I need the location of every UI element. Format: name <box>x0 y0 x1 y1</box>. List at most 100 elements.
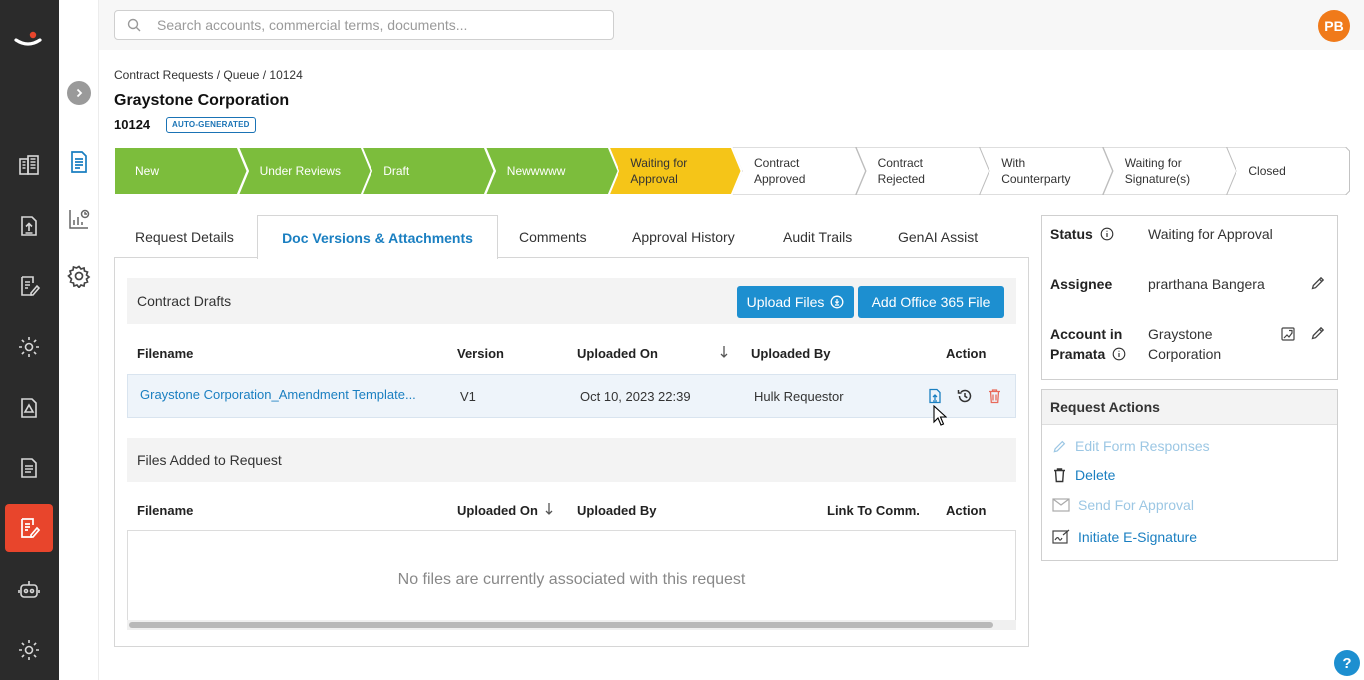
contract-edit-icon[interactable] <box>15 272 43 300</box>
settings-gear-icon[interactable] <box>15 333 43 361</box>
draft-filename-link[interactable]: Graystone Corporation_Amendment Template… <box>140 387 416 402</box>
files-added-title: Files Added to Request <box>137 452 282 468</box>
stage-draft[interactable]: Draft <box>361 147 495 195</box>
stage-waiting-for-signature-s[interactable]: Waiting for Signature(s) <box>1102 147 1237 195</box>
files-col-filename[interactable]: Filename <box>137 503 193 518</box>
tab-genai-assist[interactable]: GenAI Assist <box>898 215 978 258</box>
tab-doc-versions-attachments[interactable]: Doc Versions & Attachments <box>257 215 498 259</box>
account-label: Account in Pramata <box>1050 324 1126 364</box>
stage-new[interactable]: New <box>114 147 248 195</box>
status-value: Waiting for Approval <box>1148 226 1273 242</box>
breadcrumb[interactable]: Contract Requests / Queue / 10124 <box>114 68 303 82</box>
document-upload-icon[interactable] <box>15 212 43 240</box>
brand-logo-icon[interactable] <box>12 24 44 56</box>
col-uploaded-on[interactable]: Uploaded On <box>577 346 658 361</box>
trash-icon <box>1054 468 1065 483</box>
files-sort-down-arrow-icon[interactable] <box>544 502 554 519</box>
stage-contract-rejected[interactable]: Contract Rejected <box>855 147 990 195</box>
admin-gear-icon[interactable] <box>15 636 43 664</box>
request-actions-title: Request Actions <box>1050 399 1160 415</box>
add-office365-label: Add Office 365 File <box>871 294 991 310</box>
user-avatar[interactable]: PB <box>1318 10 1350 42</box>
request-actions-card: Request Actions Edit Form Responses Dele… <box>1041 389 1338 561</box>
files-col-link[interactable]: Link To Comm. <box>827 503 920 518</box>
help-button[interactable]: ? <box>1334 650 1360 676</box>
stage-label: Newwwww <box>506 164 566 178</box>
search-icon <box>127 18 141 32</box>
stage-label: New <box>135 164 160 178</box>
assignee-label: Assignee <box>1050 276 1113 292</box>
tab-request-details[interactable]: Request Details <box>135 215 234 258</box>
mail-icon <box>1052 498 1070 512</box>
stage-waiting-for-approval[interactable]: Waiting for Approval <box>608 147 742 195</box>
workflow-stage-bar: New Under Reviews Draft Newwwww Waiting for A… <box>114 147 1350 195</box>
col-uploaded-by[interactable]: Uploaded By <box>751 346 830 361</box>
buildings-icon[interactable] <box>15 151 43 179</box>
edit-form-responses-action[interactable]: Edit Form Responses <box>1052 438 1210 454</box>
edit-account-pencil-icon[interactable] <box>1310 325 1326 344</box>
request-info-card: Status Waiting for Approval Assignee pra… <box>1041 215 1338 380</box>
send-for-approval-action[interactable]: Send For Approval <box>1052 497 1194 513</box>
files-col-uploaded-on[interactable]: Uploaded On <box>457 503 538 518</box>
contract-requests-icon[interactable] <box>5 504 53 552</box>
files-added-header: Files Added to Request <box>127 438 1016 482</box>
page-title: Graystone Corporation <box>114 92 290 109</box>
stage-label: Closed <box>1248 164 1286 178</box>
scrollbar-thumb[interactable] <box>129 622 993 628</box>
tab-comments[interactable]: Comments <box>519 215 587 258</box>
request-id: 10124 <box>114 117 151 132</box>
stage-label: Contract Rejected <box>877 156 925 186</box>
search-input[interactable] <box>157 17 577 33</box>
tab-approval-history[interactable]: Approval History <box>632 215 735 258</box>
draft-uploaded-by: Hulk Requestor <box>754 389 844 404</box>
col-version[interactable]: Version <box>457 346 504 361</box>
status-label: Status <box>1050 224 1114 244</box>
stage-label: Waiting for Approval <box>630 156 688 186</box>
upload-files-button[interactable]: Upload Files <box>737 286 854 318</box>
stage-with-counterparty[interactable]: With Counterparty <box>979 147 1113 195</box>
stage-newwwww[interactable]: Newwwww <box>484 147 619 195</box>
stage-label: Under Reviews <box>259 164 341 178</box>
stage-contract-approved[interactable]: Contract Approved <box>732 147 866 195</box>
expand-chevron-icon[interactable] <box>67 81 91 105</box>
alert-document-icon[interactable] <box>15 394 43 422</box>
robot-assistant-icon[interactable] <box>15 576 43 604</box>
edit-assignee-pencil-icon[interactable] <box>1310 275 1326 294</box>
empty-message: No files are currently associated with t… <box>397 571 746 588</box>
stage-closed[interactable]: Closed <box>1226 147 1350 195</box>
configuration-gear-icon[interactable] <box>67 264 91 289</box>
global-search[interactable] <box>114 10 614 40</box>
files-empty-state: No files are currently associated with t… <box>127 530 1016 630</box>
account-info-icon[interactable] <box>1112 347 1126 361</box>
stage-label: Waiting for Signature(s) <box>1124 156 1191 186</box>
info-circle-icon <box>830 295 844 309</box>
files-col-action: Action <box>946 503 987 518</box>
requests-document-icon[interactable] <box>67 150 91 174</box>
stage-label: Draft <box>383 164 410 178</box>
version-history-icon[interactable] <box>956 387 974 408</box>
auto-generated-badge: AUTO-GENERATED <box>166 117 256 133</box>
col-filename[interactable]: Filename <box>137 346 193 361</box>
tab-audit-trails[interactable]: Audit Trails <box>783 215 852 258</box>
files-col-uploaded-by[interactable]: Uploaded By <box>577 503 656 518</box>
info-icon[interactable] <box>1100 227 1114 241</box>
request-actions-header: Request Actions <box>1042 390 1337 425</box>
horizontal-scrollbar[interactable] <box>127 620 1016 630</box>
initiate-esignature-action[interactable]: Initiate E-Signature <box>1052 529 1197 545</box>
delete-trash-icon[interactable] <box>987 388 1002 407</box>
secondary-nav-rail <box>59 0 99 680</box>
account-external-icon[interactable] <box>1280 326 1296 345</box>
upload-files-label: Upload Files <box>746 294 825 310</box>
sort-down-arrow-icon[interactable] <box>719 345 729 362</box>
signature-icon <box>1052 529 1070 544</box>
top-bar: PB <box>99 0 1364 50</box>
analytics-chart-icon[interactable] <box>67 207 91 231</box>
delete-request-action[interactable]: Delete <box>1052 467 1115 483</box>
report-document-icon[interactable] <box>15 454 43 482</box>
tab-bar: Request Details Doc Versions & Attachment… <box>114 215 1029 259</box>
add-office365-button[interactable]: Add Office 365 File <box>858 286 1004 318</box>
contract-drafts-title: Contract Drafts <box>137 293 232 309</box>
account-link[interactable]: Graystone Corporation <box>1148 324 1221 364</box>
stage-under-reviews[interactable]: Under Reviews <box>237 147 372 195</box>
main-nav-rail <box>0 0 59 680</box>
